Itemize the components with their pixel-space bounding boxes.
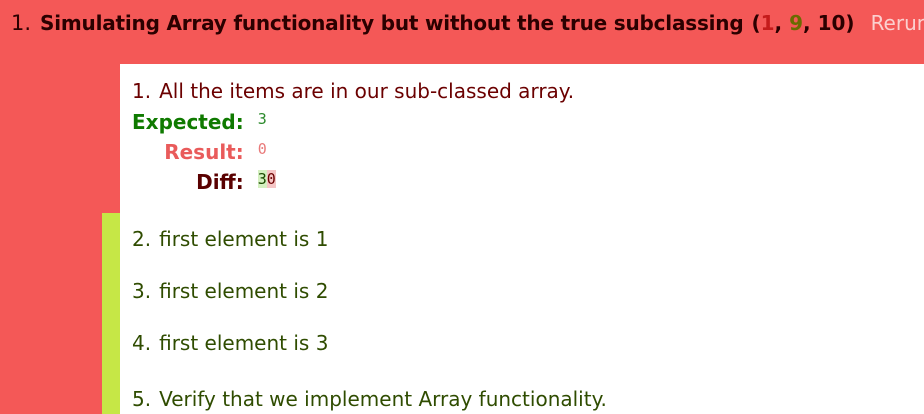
rerun-link[interactable]: Rerun [871, 11, 924, 35]
pass-status-bar [102, 213, 120, 265]
pass-status-bar [102, 265, 120, 317]
assertion-text: All the items are in our sub-classed arr… [159, 79, 575, 103]
assertion-text: first element is 2 [159, 279, 329, 303]
assertion-item-passed: 5. Verify that we implement Array functio… [102, 369, 924, 414]
diff-value: 30 [257, 167, 276, 197]
test-results-page: 1. Simulating Array functionality but wi… [0, 0, 924, 414]
module-number: 1. [11, 11, 32, 35]
module-title: Simulating Array functionality but witho… [40, 11, 744, 35]
assertion-list: 1. All the items are in our sub-classed a… [102, 64, 924, 414]
assertion-number: 2. [132, 227, 152, 251]
assertion-number: 5. [132, 387, 152, 411]
assertion-item-passed: 2. first element is 1 [102, 213, 924, 265]
failed-count: 1 [760, 11, 775, 35]
assertion-text: first element is 3 [159, 331, 329, 355]
module-header: 1. Simulating Array functionality but wi… [0, 0, 924, 46]
assertion-number: 4. [132, 331, 152, 355]
assertion-number: 3. [132, 279, 152, 303]
assertion-item-passed: 4. first element is 3 [102, 317, 924, 369]
assertion-text: Verify that we implement Array functiona… [159, 387, 607, 411]
passed-count: 9 [789, 11, 804, 35]
diff-row: Diff: 30 [132, 167, 276, 197]
module-counts: (1, 9, 10) [751, 11, 855, 35]
diff-deleted: 0 [266, 170, 276, 188]
expected-label: Expected: [132, 110, 244, 134]
result-label: Result: [164, 140, 244, 164]
diff-label: Diff: [196, 170, 244, 194]
assertion-number: 1. [132, 79, 152, 103]
pass-status-bar [102, 369, 120, 414]
diff-inserted: 3 [257, 170, 267, 188]
result-row: Result: 0 [132, 137, 276, 167]
expected-row: Expected: 3 [132, 107, 276, 137]
fail-status-bar [102, 64, 120, 213]
assertion-item-failed: 1. All the items are in our sub-classed a… [102, 64, 924, 213]
result-value: 0 [257, 140, 267, 158]
total-count: 10 [817, 11, 846, 35]
expected-value: 3 [257, 110, 267, 128]
assertion-text: first element is 1 [159, 227, 329, 251]
assertion-item-passed: 3. first element is 2 [102, 265, 924, 317]
assertion-message: 1. All the items are in our sub-classed a… [132, 79, 574, 103]
assertion-details-table: Expected: 3 Result: 0 Diff: 30 [132, 107, 276, 197]
pass-status-bar [102, 317, 120, 369]
